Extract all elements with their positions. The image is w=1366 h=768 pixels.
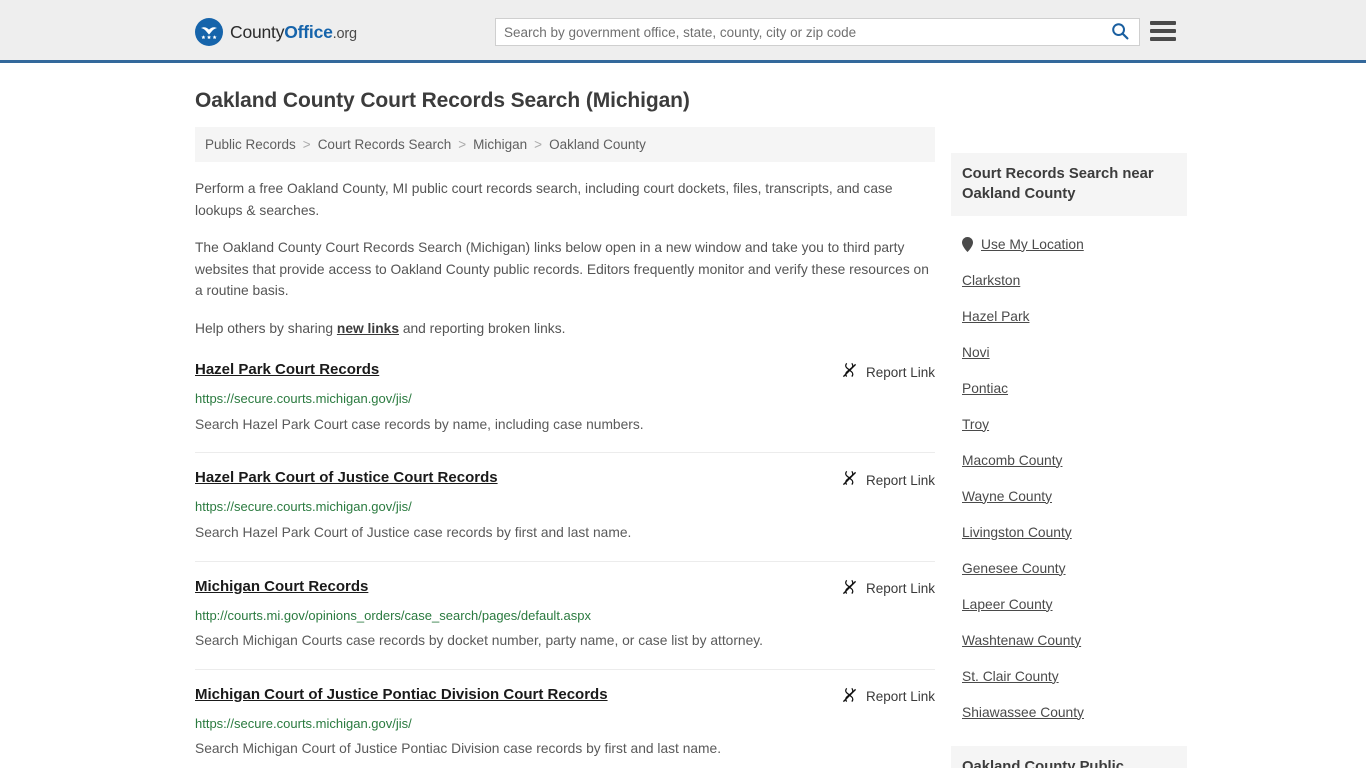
sidebar-link-label[interactable]: Use My Location [981, 237, 1084, 252]
result-item: Michigan Court Records Report Link http:… [195, 578, 935, 670]
sidebar-item-wayne-county[interactable]: Wayne County [962, 472, 1176, 508]
result-item: Hazel Park Court Records Report Link htt… [195, 361, 935, 454]
sidebar-item-shiawassee-county[interactable]: Shiawassee County [962, 688, 1176, 724]
main-content: Public Records > Court Records Search > … [195, 127, 935, 768]
breadcrumb-separator: > [534, 137, 543, 152]
intro-section: Perform a free Oakland County, MI public… [195, 178, 935, 339]
broken-link-icon [841, 362, 858, 382]
results-list: Hazel Park Court Records Report Link htt… [195, 361, 935, 768]
hamburger-menu-button[interactable] [1150, 20, 1176, 42]
sidebar: Court Records Search near Oakland County… [951, 127, 1187, 768]
nearby-search-panel-heading: Court Records Search near Oakland County [951, 153, 1187, 217]
site-logo[interactable]: CountyOffice.org [195, 18, 357, 46]
report-link-label: Report Link [865, 364, 935, 380]
sidebar-item-hazel-park[interactable]: Hazel Park [962, 292, 1176, 328]
search-submit-button[interactable] [1101, 19, 1139, 45]
sidebar-item-st-clair-county[interactable]: St. Clair County [962, 652, 1176, 688]
result-url[interactable]: http://courts.mi.gov/opinions_orders/cas… [195, 608, 935, 624]
share-suffix-text: and reporting broken links. [399, 320, 566, 336]
result-url[interactable]: https://secure.courts.michigan.gov/jis/ [195, 391, 935, 407]
hamburger-bar-2 [1150, 29, 1176, 33]
report-link-label: Report Link [865, 689, 935, 705]
hamburger-bar-1 [1150, 21, 1176, 25]
share-prefix-text: Help others by sharing [195, 320, 337, 336]
result-url[interactable]: https://secure.courts.michigan.gov/jis/ [195, 716, 935, 732]
public-records-panel: Oakland County Public Records [951, 746, 1187, 768]
result-item: Hazel Park Court of Justice Court Record… [195, 469, 935, 562]
result-title-link[interactable]: Michigan Court Records [195, 578, 368, 596]
broken-link-icon [841, 579, 858, 599]
result-description: Search Hazel Park Court of Justice case … [195, 524, 632, 540]
sidebar-link-label[interactable]: Novi [962, 345, 990, 360]
page-container: Oakland County Court Records Search (Mic… [0, 89, 1366, 768]
logo-word-org: .org [332, 25, 357, 42]
intro-paragraph-share: Help others by sharing new links and rep… [195, 318, 935, 340]
sidebar-link-label[interactable]: Macomb County [962, 453, 1062, 468]
public-records-panel-heading: Oakland County Public Records [951, 746, 1187, 768]
map-pin-icon [962, 236, 973, 252]
sidebar-item-lapeer-county[interactable]: Lapeer County [962, 580, 1176, 616]
search-icon [1111, 22, 1129, 43]
result-description: Search Michigan Courts case records by d… [195, 633, 763, 649]
hamburger-bar-3 [1150, 37, 1176, 41]
report-link-label: Report Link [865, 581, 935, 597]
sidebar-link-label[interactable]: Pontiac [962, 381, 1008, 396]
sidebar-link-label[interactable]: Lapeer County [962, 597, 1053, 612]
breadcrumb-item-court-records-search[interactable]: Court Records Search [318, 137, 452, 152]
intro-paragraph-2: The Oakland County Court Records Search … [195, 240, 929, 299]
broken-link-icon [841, 470, 858, 490]
sidebar-link-label[interactable]: Livingston County [962, 525, 1072, 540]
report-link-button[interactable]: Report Link [841, 686, 935, 707]
sidebar-item-troy[interactable]: Troy [962, 400, 1176, 436]
new-links-link[interactable]: new links [337, 321, 399, 336]
countyoffice-emblem-icon [195, 18, 223, 46]
result-item: Michigan Court of Justice Pontiac Divisi… [195, 686, 935, 768]
report-link-label: Report Link [865, 472, 935, 488]
result-title-link[interactable]: Hazel Park Court Records [195, 361, 379, 379]
sidebar-item-genesee-county[interactable]: Genesee County [962, 544, 1176, 580]
sidebar-link-label[interactable]: St. Clair County [962, 669, 1059, 684]
sidebar-item-livingston-county[interactable]: Livingston County [962, 508, 1176, 544]
search-input[interactable] [496, 19, 1101, 45]
page-title: Oakland County Court Records Search (Mic… [195, 89, 690, 112]
sidebar-item-macomb-county[interactable]: Macomb County [962, 436, 1176, 472]
breadcrumb-item-michigan[interactable]: Michigan [473, 137, 527, 152]
site-header: CountyOffice.org [0, 0, 1366, 63]
intro-paragraph-1: Perform a free Oakland County, MI public… [195, 181, 893, 218]
search-bar[interactable] [495, 18, 1140, 46]
sidebar-link-label[interactable]: Hazel Park [962, 309, 1029, 324]
site-logo-text: CountyOffice.org [230, 22, 357, 43]
result-description: Search Hazel Park Court case records by … [195, 416, 644, 432]
report-link-button[interactable]: Report Link [841, 469, 935, 490]
sidebar-item-pontiac[interactable]: Pontiac [962, 364, 1176, 400]
logo-word-county: County [230, 21, 285, 42]
sidebar-item-washtenaw-county[interactable]: Washtenaw County [962, 616, 1176, 652]
sidebar-item-clarkston[interactable]: Clarkston [962, 256, 1176, 292]
breadcrumb-item-oakland-county[interactable]: Oakland County [549, 137, 646, 152]
sidebar-item-novi[interactable]: Novi [962, 328, 1176, 364]
report-link-button[interactable]: Report Link [841, 361, 935, 382]
breadcrumb-separator: > [458, 137, 467, 152]
sidebar-item-use-my-location[interactable]: Use My Location [962, 216, 1176, 256]
sidebar-link-label[interactable]: Shiawassee County [962, 705, 1084, 720]
sidebar-link-label[interactable]: Washtenaw County [962, 633, 1081, 648]
report-link-button[interactable]: Report Link [841, 578, 935, 599]
broken-link-icon [841, 687, 858, 707]
result-description: Search Michigan Court of Justice Pontiac… [195, 741, 722, 757]
logo-word-office: Office [284, 21, 333, 42]
nearby-search-list: Use My Location Clarkston Hazel Park Nov… [951, 216, 1187, 724]
nearby-search-panel: Court Records Search near Oakland County… [951, 153, 1187, 724]
result-title-link[interactable]: Michigan Court of Justice Pontiac Divisi… [195, 686, 608, 704]
breadcrumb-item-public-records[interactable]: Public Records [205, 137, 296, 152]
result-title-link[interactable]: Hazel Park Court of Justice Court Record… [195, 469, 498, 487]
sidebar-link-label[interactable]: Troy [962, 417, 989, 432]
result-url[interactable]: https://secure.courts.michigan.gov/jis/ [195, 499, 935, 515]
sidebar-link-label[interactable]: Genesee County [962, 561, 1066, 576]
sidebar-link-label[interactable]: Clarkston [962, 273, 1020, 288]
sidebar-link-label[interactable]: Wayne County [962, 489, 1052, 504]
breadcrumb: Public Records > Court Records Search > … [195, 127, 935, 162]
breadcrumb-separator: > [302, 137, 311, 152]
